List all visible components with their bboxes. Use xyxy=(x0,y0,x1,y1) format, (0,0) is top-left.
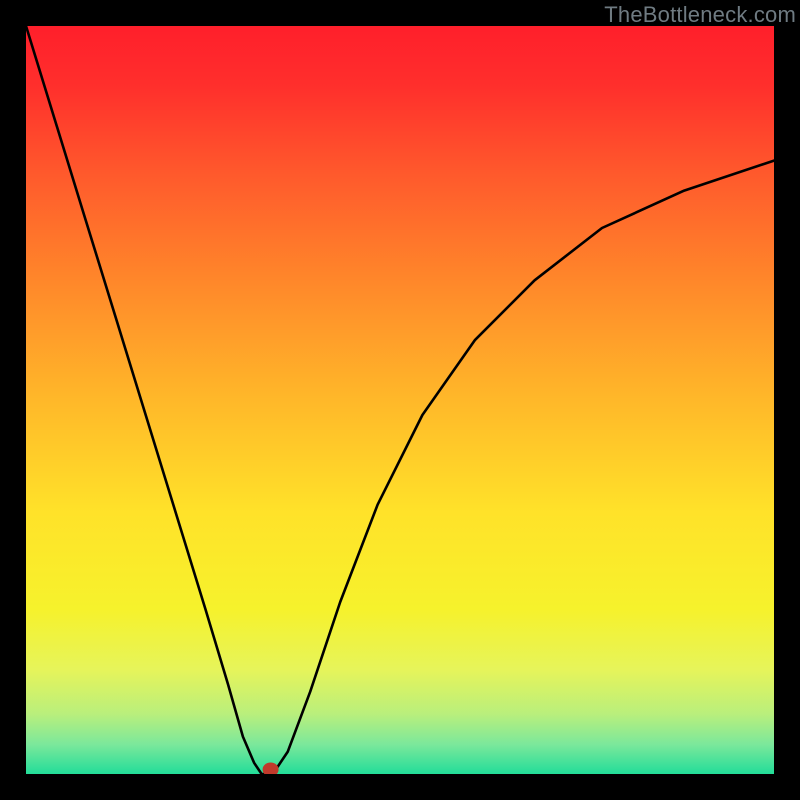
watermark-text: TheBottleneck.com xyxy=(604,2,796,28)
chart-background xyxy=(26,26,774,774)
chart-frame xyxy=(26,26,774,774)
chart-svg xyxy=(26,26,774,774)
